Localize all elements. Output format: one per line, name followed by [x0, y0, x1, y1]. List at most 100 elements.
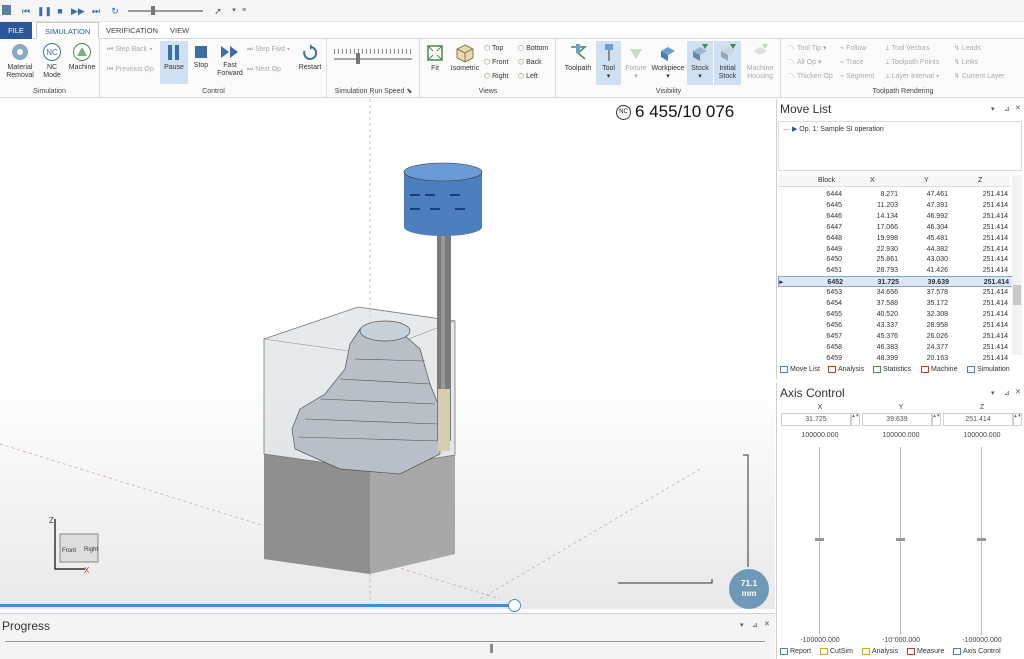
- next-op-button[interactable]: ⏭ Next Op: [247, 65, 281, 74]
- table-row[interactable]: 6451 28.793 41.426 251.414: [778, 265, 1022, 276]
- tab-analysis[interactable]: Analysis: [826, 363, 864, 376]
- tab-report[interactable]: Report: [778, 645, 811, 658]
- table-row[interactable]: 6445 11.203 47.391 251.414: [778, 200, 1022, 211]
- simulation-progress-knob[interactable]: [508, 599, 521, 612]
- stock-toggle[interactable]: Stock ▾: [687, 41, 713, 85]
- table-row[interactable]: 6452 31.725 39.639 251.414 ▸: [778, 276, 1022, 288]
- table-row[interactable]: 6457 45.376 26.026 251.414: [778, 331, 1022, 342]
- view-right-button[interactable]: ⬡ Right: [484, 72, 508, 81]
- pane-dropdown-icon[interactable]: ▾: [991, 105, 995, 113]
- follow-button[interactable]: ⌁ Follow: [840, 44, 866, 53]
- pause-icon[interactable]: ❚❚: [37, 5, 52, 17]
- initial-stock-toggle[interactable]: Initial Stock: [714, 41, 741, 85]
- close-icon[interactable]: ✕: [1015, 388, 1021, 396]
- rewind-icon[interactable]: ⏮: [20, 5, 32, 17]
- nc-mode-button[interactable]: NC NC Mode: [38, 42, 66, 80]
- table-row[interactable]: 6453 34.656 37.578 251.414: [778, 287, 1022, 298]
- pane-dropdown-icon[interactable]: ▾: [740, 621, 744, 629]
- fit-button[interactable]: Fit: [423, 43, 447, 73]
- stop-icon[interactable]: ■: [54, 5, 66, 17]
- toolpath-button[interactable]: Toolpath: [561, 43, 595, 73]
- tab-machine[interactable]: Machine: [919, 363, 957, 376]
- isometric-button[interactable]: Isometric: [448, 43, 482, 73]
- previous-op-button[interactable]: ⏮ Previous Op: [107, 65, 154, 74]
- tool-vectors-button[interactable]: ⟂ Tool Vectors: [885, 44, 930, 53]
- pane-dropdown-icon[interactable]: ▾: [991, 389, 995, 397]
- reload-icon[interactable]: ↻: [109, 5, 121, 17]
- close-icon[interactable]: ✕: [1015, 104, 1021, 112]
- view-back-button[interactable]: ⬡ Back: [518, 58, 542, 67]
- speed-knob[interactable]: [356, 53, 360, 64]
- table-row[interactable]: 6454 37.588 35.172 251.414: [778, 298, 1022, 309]
- pause-button[interactable]: Pause: [160, 41, 188, 84]
- move-list-scroll-thumb[interactable]: [1013, 285, 1021, 305]
- pin-icon[interactable]: ⊿: [1004, 105, 1010, 113]
- thicken-op-button[interactable]: 〽 Thicken Op: [788, 72, 833, 81]
- table-row[interactable]: 6456 43.337 28.958 251.414: [778, 320, 1022, 331]
- step-fwd-button[interactable]: ⏭ Step Fwd ▾: [247, 45, 290, 54]
- table-row[interactable]: 6459 48.399 20.163 251.414: [778, 353, 1022, 364]
- axis-spin-button[interactable]: ▴ ▾: [932, 413, 941, 426]
- tab-statistics[interactable]: Statistics: [871, 363, 911, 376]
- axis-slider-knob[interactable]: [815, 538, 824, 541]
- links-button[interactable]: ↯ Links: [954, 58, 978, 67]
- move-list-scrollbar[interactable]: [1012, 175, 1022, 355]
- table-row[interactable]: 6444 8.271 47.461 251.414: [778, 189, 1022, 200]
- tab-cutsim[interactable]: CutSim: [818, 645, 853, 658]
- tab-axis-control[interactable]: Axis Control: [951, 645, 1001, 658]
- trace-button[interactable]: ⌁ Trace: [840, 58, 864, 67]
- table-row[interactable]: 6455 40.520 32.308 251.414: [778, 309, 1022, 320]
- machine-housing-toggle[interactable]: Machine Housing: [743, 43, 777, 81]
- axis-spin-button[interactable]: ▴ ▾: [851, 413, 860, 426]
- restart-button[interactable]: Restart: [295, 44, 325, 72]
- fast-forward-icon[interactable]: ▶▶: [71, 5, 85, 17]
- tab-view[interactable]: VIEW: [162, 22, 197, 39]
- close-icon[interactable]: ✕: [764, 620, 770, 628]
- segment-button[interactable]: ⌁ Segment: [840, 72, 874, 81]
- axis-value-field[interactable]: 31.725: [781, 413, 851, 426]
- fast-forward-button[interactable]: Fast Forward: [215, 44, 245, 78]
- current-layer-button[interactable]: ↯ Current Layer: [954, 72, 1005, 81]
- tab-measure[interactable]: Measure: [905, 645, 944, 658]
- machine-button[interactable]: Machine: [66, 42, 98, 72]
- table-row[interactable]: 6458 46.383 24.377 251.414: [778, 342, 1022, 353]
- simulation-progress-bar[interactable]: [0, 604, 515, 607]
- progress-marker[interactable]: [490, 644, 493, 653]
- axis-slider-track[interactable]: [900, 447, 901, 635]
- axis-slider-track[interactable]: [819, 447, 820, 635]
- leads-button[interactable]: ↯ Leads: [954, 44, 981, 53]
- view-top-button[interactable]: ⬡ Top: [484, 44, 503, 53]
- step-forward-icon[interactable]: ⏭: [90, 5, 102, 17]
- axis-slider-knob[interactable]: [977, 538, 986, 541]
- axis-value-field[interactable]: 39.639: [862, 413, 932, 426]
- table-row[interactable]: 6450 25.861 43.030 251.414: [778, 254, 1022, 265]
- axis-slider-track[interactable]: [981, 447, 982, 635]
- step-back-button[interactable]: ⏮ Step Back ▾: [107, 45, 153, 54]
- pointer-icon[interactable]: ➚: [212, 5, 224, 17]
- speed-track[interactable]: [334, 58, 412, 60]
- save-icon[interactable]: [2, 5, 11, 15]
- tab-move-list[interactable]: Move List: [778, 363, 820, 376]
- pin-icon[interactable]: ⊿: [1004, 389, 1010, 397]
- tab-simulation-pane[interactable]: Simulation: [965, 363, 1010, 376]
- axis-slider-knob[interactable]: [896, 538, 905, 541]
- tab-file[interactable]: FILE: [0, 22, 32, 39]
- table-row[interactable]: 6448 19.998 45.481 251.414: [778, 233, 1022, 244]
- customize-icon[interactable]: ≡: [238, 5, 250, 17]
- speed-slider-knob[interactable]: [151, 6, 155, 15]
- pin-icon[interactable]: ⊿: [752, 621, 758, 629]
- tab-simulation[interactable]: SIMULATION: [36, 22, 100, 39]
- tab-verification[interactable]: VERIFICATION: [98, 22, 166, 39]
- all-op-button[interactable]: 〽 All Op ▾: [788, 58, 821, 67]
- simulation-viewport[interactable]: Front Right Z X: [0, 99, 775, 609]
- table-row[interactable]: 6446 14.134 46.992 251.414: [778, 211, 1022, 222]
- tab-axis-analysis[interactable]: Analysis: [860, 645, 898, 658]
- view-bottom-button[interactable]: ⬡ Bottom: [518, 44, 548, 53]
- stop-button[interactable]: Stop: [189, 44, 213, 70]
- material-removal-button[interactable]: Material Removal: [2, 42, 38, 80]
- workpiece-toggle[interactable]: Workpiece ▾: [650, 43, 686, 81]
- fixture-toggle[interactable]: Fixture ▾: [622, 43, 650, 81]
- table-row[interactable]: 6447 17.066 46.304 251.414: [778, 222, 1022, 233]
- tool-toggle[interactable]: Tool ▾: [596, 41, 621, 85]
- view-left-button[interactable]: ⬡ Left: [518, 72, 538, 81]
